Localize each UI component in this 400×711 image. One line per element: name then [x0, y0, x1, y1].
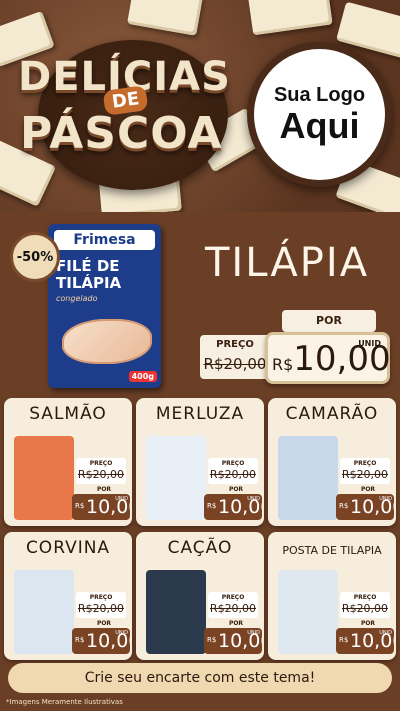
product-image	[146, 570, 206, 654]
product-sub: congelado	[56, 294, 98, 303]
price-unit: UNID	[379, 630, 392, 636]
old-price: R$20,00	[203, 355, 267, 373]
featured-name: TILÁPIA	[205, 240, 370, 286]
preco-label: PREÇO	[353, 460, 377, 467]
old-price-tag: PREÇO R$20,00	[76, 592, 126, 618]
product-name: CAMARÃO	[285, 404, 379, 424]
product-card[interactable]: POSTA DE TILAPIA PREÇOR$20,00 PORR$10,00UN…	[268, 532, 396, 660]
product-card[interactable]: MERLUZA PREÇOR$20,00 PORR$10,00UNID	[136, 398, 264, 526]
preco-label: PREÇO	[353, 594, 377, 601]
product-brand: Frimesa	[54, 230, 155, 250]
por-label: POR	[96, 620, 112, 627]
old-price: R$20,00	[341, 602, 389, 615]
currency: R$	[75, 502, 85, 510]
header-banner: DELÍCIAS DE PÁSCOA Sua Logo Aqui	[0, 0, 400, 212]
product-name: POSTA DE TILAPIA	[282, 544, 382, 557]
price-unit: UNID	[379, 496, 392, 502]
product-card[interactable]: CORVINA PREÇOR$20,00 PORR$10,00UNID	[4, 532, 132, 660]
product-card[interactable]: SALMÃO PREÇOR$20,00 PORR$10,00UNID	[4, 398, 132, 526]
logo-text-1: Sua Logo	[273, 84, 366, 106]
logo-placeholder[interactable]: Sua Logo Aqui	[247, 42, 392, 187]
currency: R$	[207, 502, 217, 510]
price-unit: UNID	[247, 496, 260, 502]
old-price-tag: PREÇO R$20,00	[340, 458, 390, 484]
product-card[interactable]: CAÇÃO PREÇOR$20,00 PORR$10,00UNID	[136, 532, 264, 660]
old-price-tag: PREÇO R$20,00	[76, 458, 126, 484]
preco-label: PREÇO	[221, 594, 245, 601]
currency: R$	[339, 636, 349, 644]
product-name: SALMÃO	[29, 404, 107, 424]
price-box: R$10,00UNID	[72, 494, 130, 520]
por-label: POR	[228, 486, 244, 493]
product-weight: 400g	[128, 371, 157, 382]
por-label: POR	[96, 486, 112, 493]
currency: R$	[339, 502, 349, 510]
chocolate-piece	[127, 0, 203, 36]
old-price: R$20,00	[77, 602, 125, 615]
price-box: R$10,00UNID	[204, 628, 262, 654]
product-image	[278, 436, 338, 520]
product-image	[14, 570, 74, 654]
old-price: R$20,00	[341, 468, 389, 481]
product-name: CAÇÃO	[167, 538, 233, 558]
por-label: POR	[360, 620, 376, 627]
old-price-tag: PREÇO R$20,00	[208, 592, 258, 618]
currency: R$	[272, 355, 294, 374]
old-price-tag: PREÇO R$20,00	[340, 592, 390, 618]
por-label: POR	[228, 620, 244, 627]
title-line-2: PÁSCOA	[20, 108, 223, 159]
price-box: R$10,00UNID	[336, 628, 394, 654]
currency: R$	[207, 636, 217, 644]
currency: R$	[75, 636, 85, 644]
price-box: R$10,00UNID	[204, 494, 262, 520]
discount-badge: -50%	[10, 232, 60, 282]
product-card[interactable]: CAMARÃO PREÇOR$20,00 PORR$10,00UNID	[268, 398, 396, 526]
price-unit: UNID	[358, 339, 381, 348]
price-unit: UNID	[247, 630, 260, 636]
old-price-tag: PREÇO R$20,00	[208, 458, 258, 484]
product-name: MERLUZA	[155, 404, 245, 424]
price-box: R$10,00 UNID	[265, 332, 391, 384]
old-price: R$20,00	[77, 468, 125, 481]
old-price: R$20,00	[209, 468, 257, 481]
chocolate-piece	[247, 0, 333, 36]
preco-label: PREÇO	[89, 460, 113, 467]
por-label: POR	[282, 310, 376, 332]
disclaimer: *Imagens Meramente Ilustrativas	[6, 698, 123, 706]
price-unit: UNID	[115, 496, 128, 502]
product-name: CORVINA	[25, 538, 111, 558]
logo-text-2: Aqui	[279, 105, 360, 146]
old-price: R$20,00	[209, 602, 257, 615]
product-image	[146, 436, 206, 520]
price-box: R$10,00UNID	[72, 628, 130, 654]
featured-product-image: Frimesa FILÉ DE TILÁPIA congelado 400g	[48, 224, 161, 388]
title-block: DELÍCIAS DE PÁSCOA	[8, 40, 238, 190]
preco-label: PREÇO	[89, 594, 113, 601]
product-label: FILÉ DE TILÁPIA	[56, 257, 122, 292]
old-price-tag: PREÇO R$20,00	[200, 335, 270, 379]
por-label: POR	[360, 486, 376, 493]
price-box: R$10,00UNID	[336, 494, 394, 520]
preco-label: PREÇO	[221, 460, 245, 467]
product-grid: SALMÃOPREÇOR$20,00PORR$10,00UNIDMERLUZAP…	[4, 398, 396, 660]
product-image	[14, 436, 74, 520]
cta-button[interactable]: Crie seu encarte com este tema!	[8, 663, 392, 693]
price-unit: UNID	[115, 630, 128, 636]
fish-fillet-graphic	[62, 319, 152, 364]
product-image	[278, 570, 338, 654]
preco-label: PREÇO	[216, 339, 254, 350]
